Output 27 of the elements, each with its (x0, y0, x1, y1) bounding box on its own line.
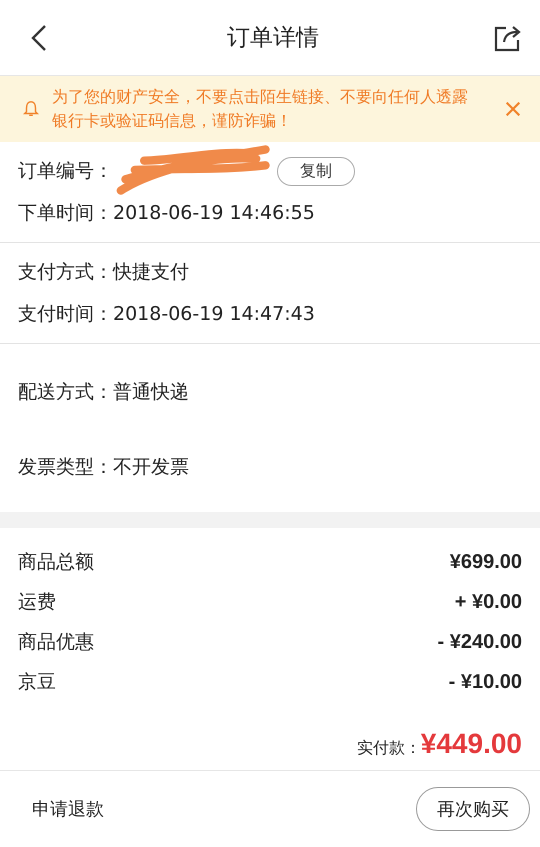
payment-label: 支付时间： (18, 302, 113, 327)
amount-label: 商品优惠 (18, 630, 94, 655)
invoice-value: 不开发票 (113, 454, 189, 480)
order-time-label: 下单时间： (18, 201, 113, 226)
amount-label: 商品总额 (18, 550, 94, 575)
payment-value: 2018-06-19 14:47:43 (113, 303, 315, 325)
total-amount: ¥449.00 (420, 728, 522, 760)
amount-value: ¥699.00 (450, 550, 522, 574)
notice-text: 为了您的财产安全，不要点击陌生链接、不要向任何人透露银行卡或验证码信息，谨防诈骗！ (52, 86, 469, 132)
order-number-label: 订单编号： (18, 159, 113, 184)
order-time: 2018-06-19 14:46:55 (113, 202, 315, 224)
delivery-label: 配送方式： (18, 380, 113, 404)
total-label: 实付款： (356, 738, 421, 759)
amount-value: + ¥0.00 (454, 590, 522, 614)
amount-label: 运费 (18, 590, 56, 615)
bell-icon (22, 100, 40, 118)
payment-value: 快捷支付 (113, 260, 189, 285)
copy-button[interactable]: 复制 (277, 156, 355, 186)
payment-label: 支付方式： (18, 260, 113, 285)
page-title: 订单详情 (227, 24, 319, 53)
rebuy-button[interactable]: 再次购买 (416, 787, 530, 831)
amount-label: 京豆 (18, 670, 56, 695)
refund-link[interactable]: 申请退款 (32, 797, 104, 821)
amount-value: - ¥10.00 (448, 670, 522, 694)
delivery-value: 普通快递 (113, 380, 189, 404)
amount-value: - ¥240.00 (437, 630, 522, 654)
invoice-label: 发票类型： (18, 454, 113, 480)
